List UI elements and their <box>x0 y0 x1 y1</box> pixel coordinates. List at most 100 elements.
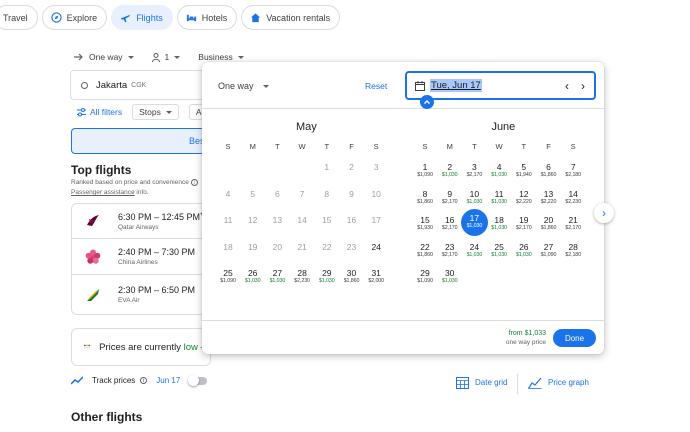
day-number: 15 <box>420 215 430 225</box>
nav-travel[interactable]: Travel <box>0 5 38 30</box>
chevron-down-icon <box>127 55 134 59</box>
calendar-day[interactable]: 24 <box>364 238 388 262</box>
origin-input[interactable]: Jakarta CGK <box>70 70 215 100</box>
day-number: 10 <box>371 188 381 199</box>
calendar-day: 12 <box>241 211 265 235</box>
calendar-day: 2 <box>340 158 364 182</box>
next-date-icon[interactable]: › <box>581 80 585 92</box>
day-number: 2 <box>447 162 453 172</box>
calendar-day: 4 <box>216 185 240 209</box>
calendar-day: 15 <box>315 211 339 235</box>
done-button[interactable]: Done <box>553 329 596 347</box>
weekday-label: T <box>275 142 280 151</box>
weekday-label: S <box>422 142 428 151</box>
price-graph-button[interactable]: Price graph <box>528 376 589 389</box>
top-nav: Travel Explore Flights Hotels Vacation r… <box>0 5 341 30</box>
departure-date-field[interactable]: Tue, Jun 17 ‹ › <box>405 71 596 100</box>
day-number: 30 <box>444 268 455 278</box>
calendar-day: 23 <box>340 238 364 262</box>
ranking-note: Ranked based on price and convenience i … <box>71 178 198 198</box>
trip-type-select[interactable]: One way <box>74 52 134 62</box>
passenger-assistance-link[interactable]: Passenger assistance <box>71 189 135 196</box>
day-number: 6 <box>546 162 551 172</box>
day-number: 4 <box>496 162 502 172</box>
nav-flights[interactable]: Flights <box>111 5 173 30</box>
day-number: 16 <box>346 215 357 225</box>
trend-icon <box>71 376 83 385</box>
calendar-day: 22 <box>315 238 339 262</box>
date-grid-label: Date grid <box>475 378 508 387</box>
weekday-label: W <box>298 142 306 151</box>
track-prices-toggle[interactable] <box>188 374 208 386</box>
weekday-label: W <box>495 142 503 151</box>
top-flights-heading: Top flights <box>71 163 132 177</box>
best-tab[interactable]: Bes <box>71 128 211 154</box>
day-number: 29 <box>322 268 332 278</box>
weekday-label: F <box>349 142 354 151</box>
arrow-right-icon <box>74 53 83 61</box>
date-picker-header: One way Reset Tue, Jun 17 ‹ › <box>202 62 604 109</box>
calendar-day[interactable]: 31 $2,000 <box>364 264 388 288</box>
origin-pin-icon <box>420 95 434 109</box>
weekday-label: M <box>446 142 453 151</box>
info-icon[interactable]: i <box>140 377 148 384</box>
flight-row[interactable]: 2:40 PM – 7:30 PM China Airlines <box>71 239 211 275</box>
price-graph-icon <box>528 377 542 389</box>
nav-travel-label: Travel <box>3 12 28 23</box>
stops-filter[interactable]: Stops <box>132 104 179 120</box>
info-icon[interactable]: i <box>190 179 198 186</box>
day-number: 13 <box>272 215 283 225</box>
day-number: 8 <box>324 188 330 199</box>
calendar-day: 20 <box>265 238 289 262</box>
day-number: 24 <box>371 241 381 252</box>
stops-label: Stops <box>139 107 161 117</box>
day-number: 27 <box>543 241 554 252</box>
picker-trip-type-select[interactable]: One way <box>218 81 269 91</box>
passengers-select[interactable]: 1 <box>151 52 181 62</box>
track-date: Jun 17 <box>156 376 181 385</box>
calendar-day[interactable]: 14 $2,230 <box>561 185 585 209</box>
from-price-value: from $1,033 <box>508 330 546 337</box>
day-number: 19 <box>519 215 529 225</box>
eva-air-logo <box>87 288 99 301</box>
all-filters-button[interactable]: All filters <box>77 107 122 117</box>
calendar-day: 5 <box>241 185 265 209</box>
nav-vacation-rentals[interactable]: Vacation rentals <box>241 5 341 30</box>
nav-hotels[interactable]: Hotels <box>176 5 238 30</box>
nav-explore[interactable]: Explore <box>41 5 108 30</box>
day-number: 29 <box>420 268 430 278</box>
day-number: 6 <box>275 188 280 199</box>
day-number: 23 <box>346 241 357 252</box>
day-number: 4 <box>225 188 231 199</box>
day-number: 28 <box>297 268 307 278</box>
calendar-day: 13 <box>265 211 289 235</box>
from-price: from $1,033 one way price <box>506 329 546 347</box>
next-month-icon[interactable]: › <box>594 203 614 223</box>
calendar-day[interactable]: 28 $2,180 <box>561 238 585 262</box>
calendar-day: 7 <box>290 185 314 209</box>
day-number: 30 <box>346 268 357 278</box>
person-icon <box>151 52 160 62</box>
nav-hotels-label: Hotels <box>201 12 228 23</box>
calendar-day[interactable]: 30 $1,030 <box>438 264 462 288</box>
price-graph-label: Price graph <box>548 378 589 387</box>
filter-icon <box>77 107 86 116</box>
calendar-day: 16 <box>340 211 364 235</box>
flight-row[interactable]: 6:30 PM – 12:45 PM+1 Qatar Airways <box>71 203 211 239</box>
calendar-day[interactable]: 7 $2,180 <box>561 158 585 182</box>
reset-button[interactable]: Reset <box>365 81 387 91</box>
weekday-label: T <box>472 142 477 151</box>
date-grid-button[interactable]: Date grid <box>456 376 507 389</box>
weekday-label: S <box>570 142 576 151</box>
flight-row[interactable]: 2:30 PM – 6:50 PM EVA Air <box>71 275 211 315</box>
cabin-select[interactable]: Business <box>198 52 244 62</box>
previous-date-icon[interactable]: ‹ <box>565 80 569 92</box>
weekday-label: S <box>373 142 379 151</box>
day-number: 5 <box>250 188 256 199</box>
date-picker: One way Reset Tue, Jun 17 ‹ › May S M T W T F S… <box>202 62 604 354</box>
all-filters-label: All filters <box>90 107 123 117</box>
day-number: 3 <box>472 162 477 172</box>
day-price: $2,000 <box>368 278 384 284</box>
calendar-day[interactable]: 21 $2,170 <box>561 211 585 235</box>
day-number: 18 <box>494 215 504 225</box>
